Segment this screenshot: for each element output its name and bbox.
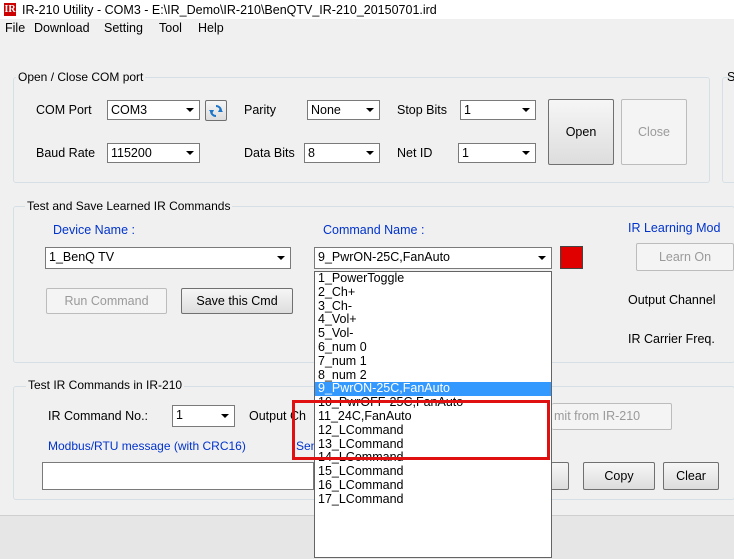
refresh-ports-button[interactable] <box>205 100 227 121</box>
modbus-message-field[interactable] <box>42 462 314 490</box>
clear-button[interactable]: Clear <box>663 462 719 490</box>
dropdown-option[interactable]: 8_num 2 <box>315 368 551 383</box>
baud-rate-select[interactable]: 115200 <box>107 143 200 163</box>
dropdown-option[interactable]: 9_PwrON-25C,FanAuto <box>315 382 551 397</box>
menu-help[interactable]: Help <box>198 21 224 35</box>
dropdown-option[interactable]: 4_Vol+ <box>315 313 551 327</box>
menu-tool[interactable]: Tool <box>159 21 182 35</box>
data-bits-select[interactable]: 8 <box>304 143 380 163</box>
dropdown-option[interactable]: 17_LCommand <box>315 492 551 507</box>
test-commands-group-title: Test IR Commands in IR-210 <box>26 378 185 392</box>
dropdown-option[interactable]: 3_Ch- <box>315 299 551 314</box>
chevron-down-icon <box>522 108 530 112</box>
dropdown-option[interactable]: 16_LCommand <box>315 478 551 493</box>
chevron-down-icon <box>277 256 285 260</box>
emit-button[interactable]: mit from IR-210 <box>552 403 672 430</box>
window-title: IR-210 Utility - COM3 - E:\IR_Demo\IR-21… <box>22 3 437 17</box>
com-port-label: COM Port <box>36 103 92 117</box>
dropdown-option[interactable]: 7_num 1 <box>315 354 551 369</box>
learn-on-button[interactable]: Learn On <box>636 243 734 271</box>
command-name-select[interactable]: 9_PwrON-25C,FanAuto <box>314 247 552 269</box>
stop-bits-label: Stop Bits <box>397 103 448 117</box>
menu-setting[interactable]: Setting <box>104 21 143 35</box>
chevron-down-icon <box>186 151 194 155</box>
refresh-icon <box>209 105 223 117</box>
com-port-select[interactable]: COM3 <box>107 100 200 120</box>
run-command-button[interactable]: Run Command <box>46 288 167 314</box>
close-button[interactable]: Close <box>621 99 687 165</box>
app-icon: IR <box>4 3 16 16</box>
save-command-button[interactable]: Save this Cmd <box>181 288 293 314</box>
settings-group-partial-title: S <box>727 70 734 84</box>
status-indicator <box>560 246 583 269</box>
chevron-down-icon <box>366 151 374 155</box>
parity-label: Parity <box>244 103 276 117</box>
highlight-box <box>292 400 550 460</box>
menu-download[interactable]: Download <box>34 21 90 35</box>
baud-rate-label: Baud Rate <box>36 146 96 160</box>
menu-bar: File Download Setting Tool Help <box>0 19 734 37</box>
net-id-select[interactable]: 1 <box>458 143 536 163</box>
settings-group-partial <box>722 77 734 183</box>
com-port-group-title: Open / Close COM port <box>16 70 146 84</box>
ir-carrier-freq-label: IR Carrier Freq. <box>628 332 715 346</box>
chevron-down-icon <box>522 151 530 155</box>
device-name-select[interactable]: 1_BenQ TV <box>45 247 291 269</box>
chevron-down-icon <box>366 108 374 112</box>
parity-select[interactable]: None <box>307 100 380 120</box>
stop-bits-select[interactable]: 1 <box>460 100 536 120</box>
copy-button[interactable]: Copy <box>583 462 655 490</box>
output-channel-label: Output Channel <box>628 293 716 307</box>
dropdown-option[interactable]: 5_Vol- <box>315 326 551 341</box>
learned-commands-group-title: Test and Save Learned IR Commands <box>25 199 233 213</box>
dropdown-option[interactable]: 15_LCommand <box>315 464 551 479</box>
menu-file[interactable]: File <box>5 21 25 35</box>
chevron-down-icon <box>186 108 194 112</box>
ir-command-no-select[interactable]: 1 <box>172 405 235 427</box>
title-bar: IR IR-210 Utility - COM3 - E:\IR_Demo\IR… <box>0 0 734 19</box>
device-name-label: Device Name : <box>53 223 135 237</box>
chevron-down-icon <box>538 256 546 260</box>
dropdown-option[interactable]: 2_Ch+ <box>315 285 551 300</box>
data-bits-label: Data Bits <box>244 146 295 160</box>
dropdown-option[interactable]: 6_num 0 <box>315 340 551 355</box>
open-button[interactable]: Open <box>548 99 614 165</box>
chevron-down-icon <box>221 414 229 418</box>
dropdown-option[interactable]: 1_PowerToggle <box>315 272 551 286</box>
modbus-message-label: Modbus/RTU message (with CRC16) <box>48 439 246 453</box>
send-button-partial[interactable] <box>551 462 569 490</box>
net-id-label: Net ID <box>397 146 433 160</box>
ir-learning-mode-label: IR Learning Mod <box>628 221 721 235</box>
ir-command-no-label: IR Command No.: <box>48 409 149 423</box>
command-name-label: Command Name : <box>323 223 425 237</box>
